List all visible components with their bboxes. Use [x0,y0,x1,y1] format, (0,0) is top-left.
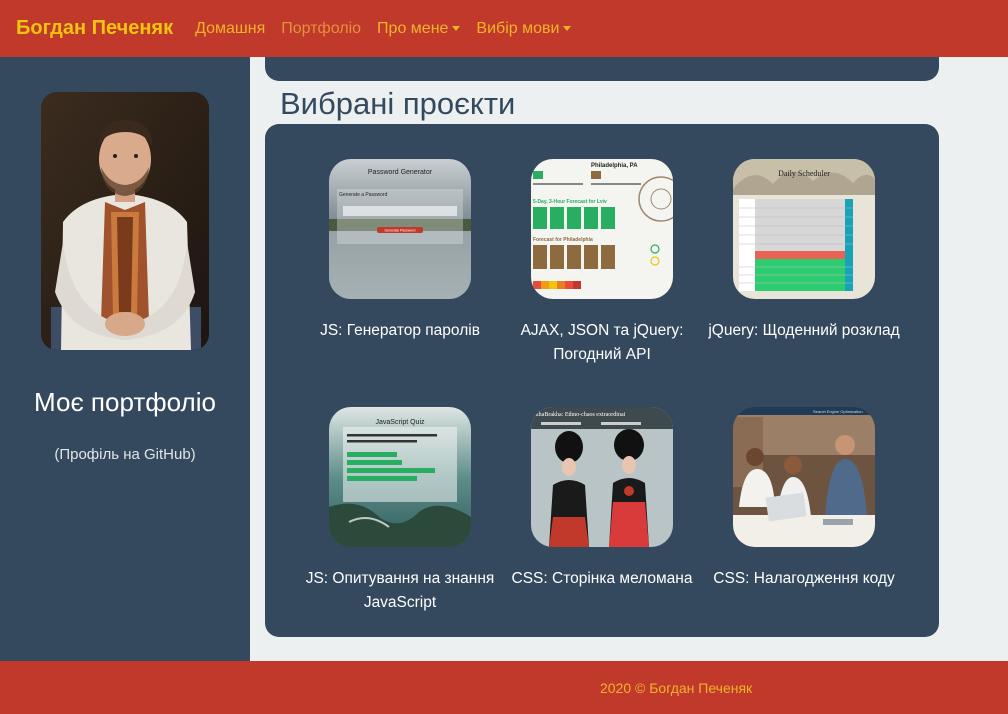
nav-portfolio-label: Портфоліо [281,19,362,37]
project-thumbnail[interactable]: Daily Scheduler [733,159,875,299]
project-thumbnail[interactable]: JavaScript Quiz [329,407,471,547]
top-card [265,57,939,81]
nav-about-dropdown[interactable]: Про мене [377,19,461,38]
caret-down-icon [563,26,572,31]
project-thumbnail[interactable]: akhaBrakha: Ethno-chaos extraordinai [531,407,673,547]
nav-language-label: Вибір мови [476,19,560,37]
thumb-title: Search Engine Optimization [813,409,863,414]
sidebar: Моє портфоліо (Профіль на GitHub) [0,57,250,661]
project-thumbnail[interactable]: Password Generator Generate a Password G… [329,159,471,299]
project-label: AJAX, JSON та jQuery: Погодний API [520,322,684,363]
project-card-password-generator[interactable]: Password Generator Generate a Password G… [300,159,500,343]
nav-portfolio[interactable]: Портфоліо [281,20,361,38]
thumb-subtitle: 5-Day, 3-Hour Forecast for Lviv [533,199,607,205]
caret-down-icon [452,26,461,31]
navbar: Богдан Печеняк Домашня Портфоліо Про мен… [0,0,1008,57]
footer-copyright: 2020 © Богдан Печеняк [600,680,753,696]
project-label: JS: Генератор паролів [320,322,480,339]
project-label: CSS: Налагодження коду [713,570,895,587]
brand-link[interactable]: Богдан Печеняк [16,17,173,40]
thumb-title: Password Generator [368,169,433,176]
thumb-subtitle-2: Forecast for Philadelphia [533,237,593,243]
nav-about-label: Про мене [377,19,449,37]
nav-language-dropdown[interactable]: Вибір мови [476,19,572,38]
thumb-title: Daily Scheduler [778,169,830,178]
project-thumbnail[interactable]: Philadelphia, PA 5-Day, 3-Hour Forecast … [531,159,673,299]
avatar [41,92,209,350]
thumb-button-label: Generate Password [385,229,416,233]
nav-home[interactable]: Домашня [195,20,265,38]
project-card-weather-api[interactable]: Philadelphia, PA 5-Day, 3-Hour Forecast … [502,159,702,367]
github-profile-link[interactable]: (Профіль на GitHub) [0,446,250,463]
projects-card: Password Generator Generate a Password G… [265,124,939,637]
project-card-daily-scheduler[interactable]: Daily Scheduler jQuery: Щоденний розклад [704,159,904,343]
portfolio-title: Моє портфоліо [34,387,216,417]
project-card-music-fan-page[interactable]: akhaBrakha: Ethno-chaos extraordinai CSS… [502,407,702,591]
project-label: jQuery: Щоденний розклад [708,322,900,339]
project-card-code-refactor[interactable]: Search Engine Optimization CSS: Налагодж… [704,407,904,591]
thumb-subtitle: Generate a Password [339,192,388,198]
footer: 2020 © Богдан Печеняк [0,661,1008,714]
project-thumbnail[interactable]: Search Engine Optimization [733,407,875,547]
nav-home-label: Домашня [195,19,266,37]
thumb-title: Philadelphia, PA [591,163,638,169]
thumb-title: JavaScript Quiz [375,419,425,426]
project-card-js-quiz[interactable]: JavaScript Quiz JS: Опитування на знання… [300,407,500,615]
thumb-title: akhaBrakha: Ethno-chaos extraordinai [533,412,626,418]
project-label: CSS: Сторінка меломана [511,570,693,587]
project-label: JS: Опитування на знання JavaScript [305,570,495,611]
section-title: Вибрані проєкти [280,86,516,121]
